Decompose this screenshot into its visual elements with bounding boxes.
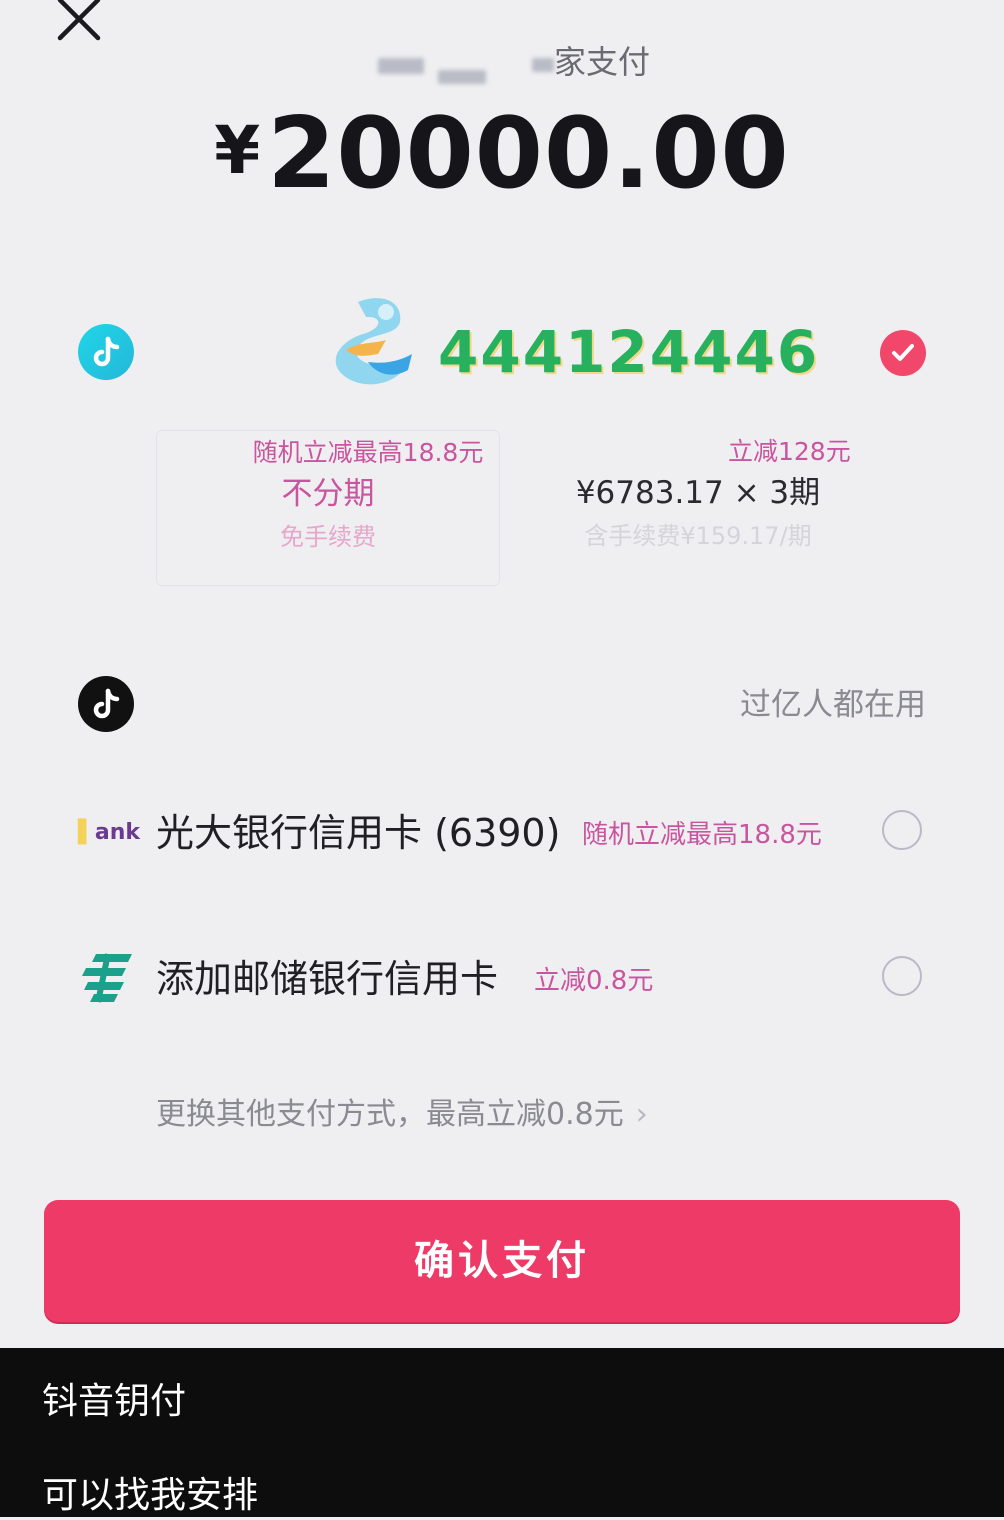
- blurred-text: [378, 58, 424, 74]
- users-count-text: 过亿人都在用: [740, 687, 926, 723]
- plan-title: ¥6783.17 × 3期: [575, 475, 821, 511]
- currency-symbol: ¥: [214, 112, 262, 189]
- plan-option-no-installment[interactable]: 随机立减最高18.8元 不分期 免手续费: [156, 430, 500, 586]
- merchant-name: 家支付: [372, 40, 672, 84]
- selected-check-icon[interactable]: [880, 330, 926, 376]
- plan-fee: 含手续费¥159.17/期: [584, 522, 812, 550]
- overlay-number-text: 444124446: [438, 318, 820, 386]
- blurred-text: [438, 70, 486, 84]
- postal-bank-icon: [82, 953, 132, 1003]
- caption-overlay: 钭音钥付 可以找我安排: [0, 1348, 1004, 1517]
- plan-promo: 随机立减最高18.8元: [252, 438, 484, 467]
- method-promo: 随机立减最高18.8元: [582, 820, 822, 850]
- plan-option-3-installments[interactable]: 立减128元 ¥6783.17 × 3期 含手续费¥159.17/期: [528, 430, 868, 586]
- merchant-suffix: 家支付: [554, 43, 651, 81]
- amount-value: 20000.00: [267, 97, 790, 211]
- change-payment-method-link[interactable]: 更换其他支付方式，最高立减0.8元 ›: [156, 1094, 648, 1136]
- radio-button[interactable]: [882, 810, 922, 850]
- chevron-right-icon: ›: [635, 1097, 648, 1132]
- confirm-payment-button[interactable]: 确认支付: [44, 1200, 960, 1322]
- method-promo: 立减0.8元: [534, 966, 654, 996]
- plan-fee: 免手续费: [280, 523, 376, 551]
- plan-promo: 立减128元: [728, 437, 851, 466]
- caption-line: 可以找我安排: [42, 1475, 259, 1516]
- payment-amount: ¥20000.00: [0, 96, 1004, 209]
- plan-title: 不分期: [281, 476, 375, 512]
- bank-logo-text: ank: [94, 820, 141, 845]
- decorative-sticker-image: [335, 298, 412, 385]
- tiktok-icon: [78, 324, 134, 380]
- close-icon[interactable]: [52, 0, 106, 46]
- payment-method-ceb-credit-card[interactable]: ▌ank 光大银行信用卡 (6390) 随机立减最高18.8元: [0, 792, 1004, 872]
- caption-line: 钭音钥付: [42, 1381, 187, 1422]
- radio-button[interactable]: [882, 956, 922, 996]
- change-payment-method-text: 更换其他支付方式，最高立减0.8元: [156, 1097, 624, 1132]
- tiktok-icon: [78, 676, 134, 732]
- method-label: 光大银行信用卡 (6390): [156, 811, 561, 855]
- payment-method-add-psbc-credit-card[interactable]: 添加邮储银行信用卡 立减0.8元: [0, 938, 1004, 1018]
- method-label: 添加邮储银行信用卡: [156, 957, 499, 1001]
- blurred-text: [532, 58, 554, 72]
- bank-logo-icon: ▌ank: [78, 820, 141, 845]
